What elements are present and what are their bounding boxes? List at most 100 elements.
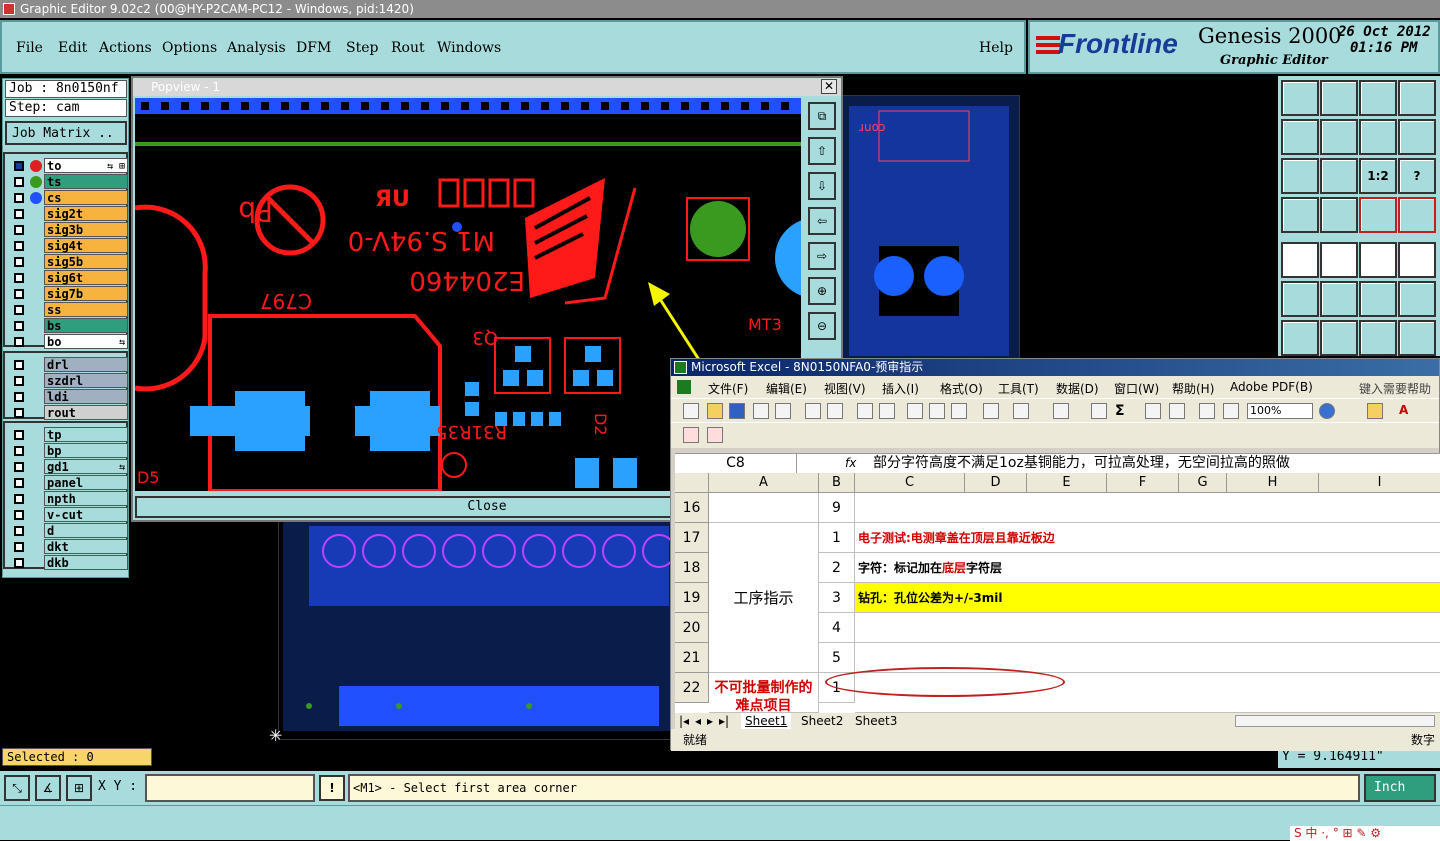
step-down-icon[interactable]	[1320, 80, 1358, 116]
mirror-icon[interactable]	[1398, 119, 1436, 155]
layer-checkbox[interactable]	[14, 289, 24, 299]
layer-checkbox[interactable]	[14, 478, 24, 488]
row-header[interactable]: 16	[675, 493, 709, 523]
sort-asc-icon[interactable]	[1145, 403, 1161, 419]
cell-c19[interactable]: 钻孔：孔位公差为+/-3mil	[855, 583, 1440, 613]
spreadsheet-grid[interactable]: A B C D E F G H I 16 17 18 19 20 21 22 工…	[675, 473, 1440, 713]
zoom-in-icon[interactable]: ⊕	[808, 277, 836, 305]
excel-menu-insert[interactable]: 插入(I)	[882, 380, 919, 397]
excel-menu-edit[interactable]: 编辑(E)	[766, 380, 807, 397]
layer-checkbox[interactable]	[14, 161, 24, 171]
zoom-1-2-icon[interactable]: 1:2	[1359, 158, 1397, 194]
fillet-icon[interactable]	[1398, 320, 1436, 356]
menu-actions[interactable]: Actions	[99, 40, 152, 56]
permission-icon[interactable]	[753, 403, 769, 419]
job-matrix-button[interactable]: Job Matrix ..	[5, 121, 127, 145]
measure-icon[interactable]: ∡	[35, 775, 61, 801]
layer-checkbox[interactable]	[14, 257, 24, 267]
rotate-icon[interactable]	[1359, 119, 1397, 155]
print-preview-icon[interactable]	[827, 403, 843, 419]
layer-name[interactable]: v-cut	[44, 507, 128, 522]
layer-name[interactable]: ts	[44, 174, 128, 189]
layer-checkbox[interactable]	[14, 241, 24, 251]
layer-row-dkt[interactable]: dkt	[11, 539, 129, 555]
excel-menu-tools[interactable]: 工具(T)	[998, 380, 1039, 397]
excel-help-icon[interactable]	[1319, 403, 1335, 419]
hyperlink-icon[interactable]	[1091, 403, 1107, 419]
sort-desc-icon[interactable]	[1169, 403, 1185, 419]
layer-row-d[interactable]: d	[11, 523, 129, 539]
cell-a17-merged[interactable]: 工序指示	[709, 523, 819, 673]
spelling-icon[interactable]	[857, 403, 873, 419]
undo-icon[interactable]	[1013, 403, 1029, 419]
excel-menu-window[interactable]: 窗口(W)	[1114, 380, 1159, 397]
row-header[interactable]: 20	[675, 613, 709, 643]
column-header-b[interactable]: B	[819, 473, 855, 493]
pan-left-tool-icon[interactable]	[1281, 119, 1319, 155]
layer-row-rout[interactable]: rout	[11, 405, 129, 421]
fill-color-icon[interactable]	[1367, 403, 1383, 419]
grid-icon[interactable]	[1320, 197, 1358, 233]
formula-content[interactable]: 部分字符高度不满足1oz基铜能力，可拉高处理，无空间拉高的照做	[873, 454, 1290, 473]
layer-row-npth[interactable]: npth	[11, 491, 129, 507]
layer-name[interactable]: cs	[44, 190, 128, 205]
sheet-nav-first-icon[interactable]: |◂	[679, 713, 689, 729]
connect-icon[interactable]	[1281, 281, 1319, 317]
sheet-nav-next-icon[interactable]: ▸	[707, 713, 713, 729]
email-icon[interactable]	[775, 403, 791, 419]
sheet-nav-last-icon[interactable]: ▸|	[719, 713, 729, 729]
zoom-select[interactable]: 100%	[1247, 403, 1313, 419]
menu-options[interactable]: Options	[162, 40, 217, 56]
layer-checkbox[interactable]	[14, 526, 24, 536]
alert-icon[interactable]: !	[319, 775, 345, 801]
chart-icon[interactable]	[1199, 403, 1215, 419]
sheet-tab-1[interactable]: Sheet1	[741, 713, 792, 729]
cell-a22[interactable]: 不可批量制作的难点项目	[709, 673, 819, 713]
open-icon[interactable]	[707, 403, 723, 419]
cell-b19[interactable]: 3	[819, 583, 855, 613]
select-all-corner[interactable]	[675, 473, 709, 493]
research-icon[interactable]	[879, 403, 895, 419]
layer-row-bp[interactable]: bp	[11, 443, 129, 459]
layer-checkbox[interactable]	[14, 392, 24, 402]
format-painter-icon[interactable]	[983, 403, 999, 419]
layer-name[interactable]: sig3b	[44, 222, 128, 237]
layer-name[interactable]: bp	[44, 443, 128, 458]
snap-center-icon[interactable]	[1398, 197, 1436, 233]
zoom-out-icon[interactable]: ⊖	[808, 312, 836, 340]
layer-row-gd1[interactable]: gd1 ⇆	[11, 459, 129, 475]
layer-checkbox[interactable]	[14, 542, 24, 552]
line-tool-icon[interactable]	[1320, 242, 1358, 278]
excel-menu-file[interactable]: 文件(F)	[708, 380, 748, 397]
paste-icon[interactable]	[951, 403, 967, 419]
menu-file[interactable]: File	[16, 40, 43, 56]
cell-c16[interactable]	[855, 493, 1440, 523]
layer-checkbox[interactable]	[14, 321, 24, 331]
pdf-convert-icon[interactable]	[683, 427, 699, 443]
arc-connect-icon[interactable]	[1359, 281, 1397, 317]
layer-name[interactable]: sig2t	[44, 206, 128, 221]
units-select[interactable]: Inch	[1364, 774, 1436, 802]
snap-icon[interactable]	[1359, 197, 1397, 233]
sheet-tab-2[interactable]: Sheet2	[797, 713, 847, 729]
layer-row-sig5b[interactable]: sig5b	[11, 254, 129, 270]
excel-menu-view[interactable]: 视图(V)	[824, 380, 866, 397]
cell-b17[interactable]: 1	[819, 523, 855, 553]
layer-row-szdrl[interactable]: szdrl	[11, 373, 129, 389]
column-header-i[interactable]: I	[1319, 473, 1440, 493]
layer-name[interactable]: ldi	[44, 389, 128, 404]
palette-icon[interactable]	[1281, 197, 1319, 233]
layer-row-sig7b[interactable]: sig7b	[11, 286, 129, 302]
pan-right-icon[interactable]: ⇨	[808, 242, 836, 270]
layer-row-panel[interactable]: panel	[11, 475, 129, 491]
menu-dfm[interactable]: DFM	[296, 40, 331, 56]
excel-menu-format[interactable]: 格式(O)	[940, 380, 983, 397]
row-header[interactable]: 22	[675, 673, 709, 703]
layer-row-ldi[interactable]: ldi	[11, 389, 129, 405]
layer-row-sig4t[interactable]: sig4t	[11, 238, 129, 254]
cell-b21[interactable]: 5	[819, 643, 855, 673]
menu-edit[interactable]: Edit	[58, 40, 87, 56]
layer-color-dot-icon[interactable]	[30, 160, 42, 172]
layer-checkbox[interactable]	[14, 430, 24, 440]
row-header[interactable]: 17	[675, 523, 709, 553]
